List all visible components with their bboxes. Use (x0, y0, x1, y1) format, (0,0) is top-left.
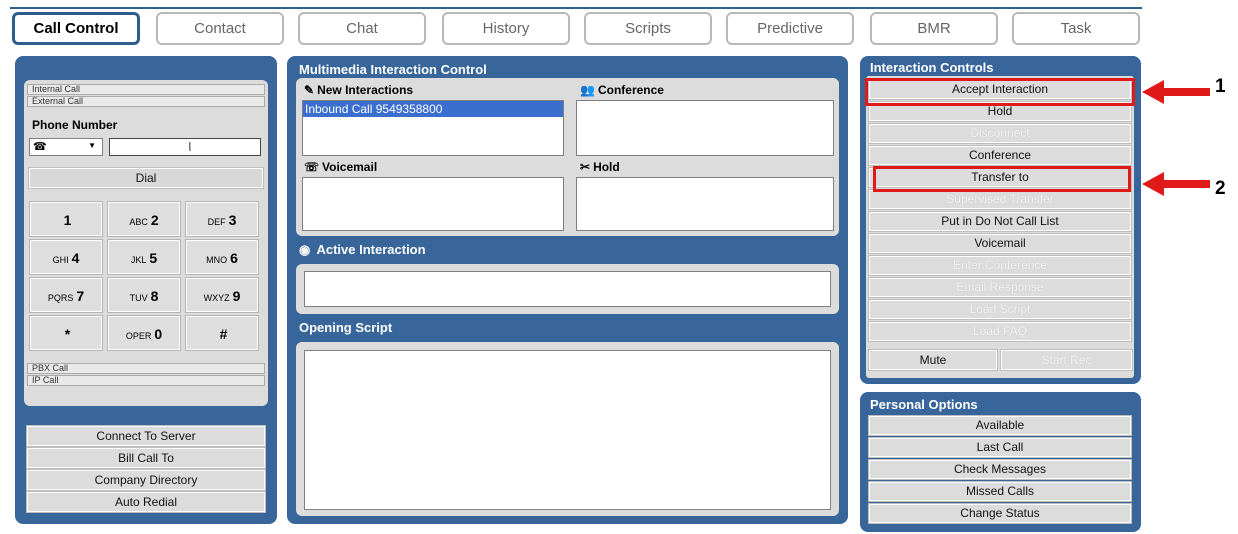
key-8[interactable]: TUV 8 (107, 277, 181, 313)
tab-history[interactable]: History (442, 12, 570, 45)
voicemail-icon: ☏ (304, 160, 320, 174)
conference-list[interactable] (576, 100, 834, 156)
people-icon: 👥 (580, 83, 595, 97)
multimedia-title: Multimedia Interaction Control (299, 62, 487, 77)
key-7[interactable]: PQRS 7 (29, 277, 103, 313)
tab-contact[interactable]: Contact (156, 12, 284, 45)
opening-script-label: Opening Script (299, 320, 393, 335)
hold-list[interactable] (576, 177, 834, 231)
key-hash[interactable]: # (185, 315, 259, 351)
conference-label: 👥 Conference (580, 83, 664, 97)
load-faq-button[interactable]: Load FAQ (868, 321, 1132, 342)
key-9[interactable]: WXYZ 9 (185, 277, 259, 313)
keypad: 1 ABC 2 DEF 3 GHI 4 JKL 5 MNO 6 PQRS 7 TUV 8 WX… (29, 201, 266, 352)
supervised-transfer-button[interactable]: Supervised Transfer (868, 189, 1132, 210)
hold-label: ✂ Hold (580, 160, 620, 174)
list-item[interactable]: Inbound Call 9549358800 (303, 101, 563, 117)
load-script-button[interactable]: Load Script (868, 299, 1132, 320)
enter-conference-button[interactable]: Enter Conference (868, 255, 1132, 276)
callout-arrow-2-icon (1142, 172, 1210, 196)
do-not-call-button[interactable]: Put in Do Not Call List (868, 211, 1132, 232)
callout-arrow-1-icon (1142, 80, 1210, 104)
active-interaction-area (296, 264, 839, 314)
active-interaction-label: ◉ Active Interaction (299, 242, 426, 257)
active-interaction-icon: ◉ (299, 242, 311, 257)
chevron-down-icon: ▼ (88, 141, 96, 150)
dial-button[interactable]: Dial (28, 167, 264, 189)
top-divider (10, 7, 1142, 9)
tab-scripts[interactable]: Scripts (584, 12, 712, 45)
auto-redial-button[interactable]: Auto Redial (26, 491, 266, 513)
personal-options-panel: Personal Options Available Last Call Che… (860, 392, 1141, 532)
mute-button[interactable]: Mute (868, 349, 998, 371)
active-interaction-box[interactable] (304, 271, 831, 307)
phone-type-icon: ☎ (33, 141, 47, 153)
key-4[interactable]: GHI 4 (29, 239, 103, 275)
highlight-transfer-to (873, 166, 1131, 192)
tab-predictive[interactable]: Predictive (726, 12, 854, 45)
interaction-queues: ✎ New Interactions Inbound Call 954935880… (296, 78, 839, 236)
new-interactions-list[interactable]: Inbound Call 9549358800 (302, 100, 564, 156)
available-button[interactable]: Available (868, 415, 1132, 436)
phone-inner: Internal Call External Call Phone Number… (24, 80, 268, 406)
tab-task[interactable]: Task (1012, 12, 1140, 45)
phone-number-input[interactable]: I (109, 138, 261, 156)
key-star[interactable]: * (29, 315, 103, 351)
hold-icon: ✂ (580, 160, 591, 174)
last-call-button[interactable]: Last Call (868, 437, 1132, 458)
slat-internal-call[interactable]: Internal Call (27, 84, 265, 95)
key-0[interactable]: OPER 0 (107, 315, 181, 351)
tab-call-control[interactable]: Call Control (12, 12, 140, 45)
highlight-accept-interaction (865, 78, 1135, 106)
pen-icon: ✎ (304, 83, 315, 97)
company-directory-button[interactable]: Company Directory (26, 469, 266, 491)
new-interactions-label: ✎ New Interactions (304, 83, 414, 97)
multimedia-panel: Multimedia Interaction Control ✎ New Inte… (287, 56, 848, 524)
voicemail-button[interactable]: Voicemail (868, 233, 1132, 254)
personal-options-title: Personal Options (870, 397, 978, 412)
key-5[interactable]: JKL 5 (107, 239, 181, 275)
text-cursor-icon: I (188, 139, 192, 154)
change-status-button[interactable]: Change Status (868, 503, 1132, 524)
bill-call-to-button[interactable]: Bill Call To (26, 447, 266, 469)
opening-script-area (296, 342, 839, 516)
voicemail-label: ☏ Voicemail (304, 160, 378, 174)
voicemail-list[interactable] (302, 177, 564, 231)
key-6[interactable]: MNO 6 (185, 239, 259, 275)
conference-button[interactable]: Conference (868, 145, 1132, 166)
start-rec-button[interactable]: Start Rec (1000, 349, 1133, 371)
phone-type-select[interactable]: ☎ ▼ (29, 138, 103, 156)
key-2[interactable]: ABC 2 (107, 201, 181, 237)
opening-script-box[interactable] (304, 350, 831, 510)
phone-panel: Internal Call External Call Phone Number… (15, 56, 277, 524)
slat-ip-call[interactable]: IP Call (27, 375, 265, 386)
callout-number-2: 2 (1215, 178, 1226, 199)
main-tabs: Call Control Contact Chat History Script… (12, 12, 1142, 47)
missed-calls-button[interactable]: Missed Calls (868, 481, 1132, 502)
tab-bmr[interactable]: BMR (870, 12, 998, 45)
check-messages-button[interactable]: Check Messages (868, 459, 1132, 480)
slat-pbx-call[interactable]: PBX Call (27, 363, 265, 374)
callout-number-1: 1 (1215, 76, 1226, 97)
interaction-controls-list: Accept Interaction Hold Disconnect Confe… (866, 76, 1134, 378)
disconnect-button[interactable]: Disconnect (868, 123, 1132, 144)
tab-chat[interactable]: Chat (298, 12, 426, 45)
slat-external-call[interactable]: External Call (27, 96, 265, 107)
connect-to-server-button[interactable]: Connect To Server (26, 425, 266, 447)
key-3[interactable]: DEF 3 (185, 201, 259, 237)
interaction-controls-title: Interaction Controls (870, 60, 994, 75)
key-1[interactable]: 1 (29, 201, 103, 237)
phone-number-label: Phone Number (32, 118, 118, 132)
email-response-button[interactable]: Email Response (868, 277, 1132, 298)
